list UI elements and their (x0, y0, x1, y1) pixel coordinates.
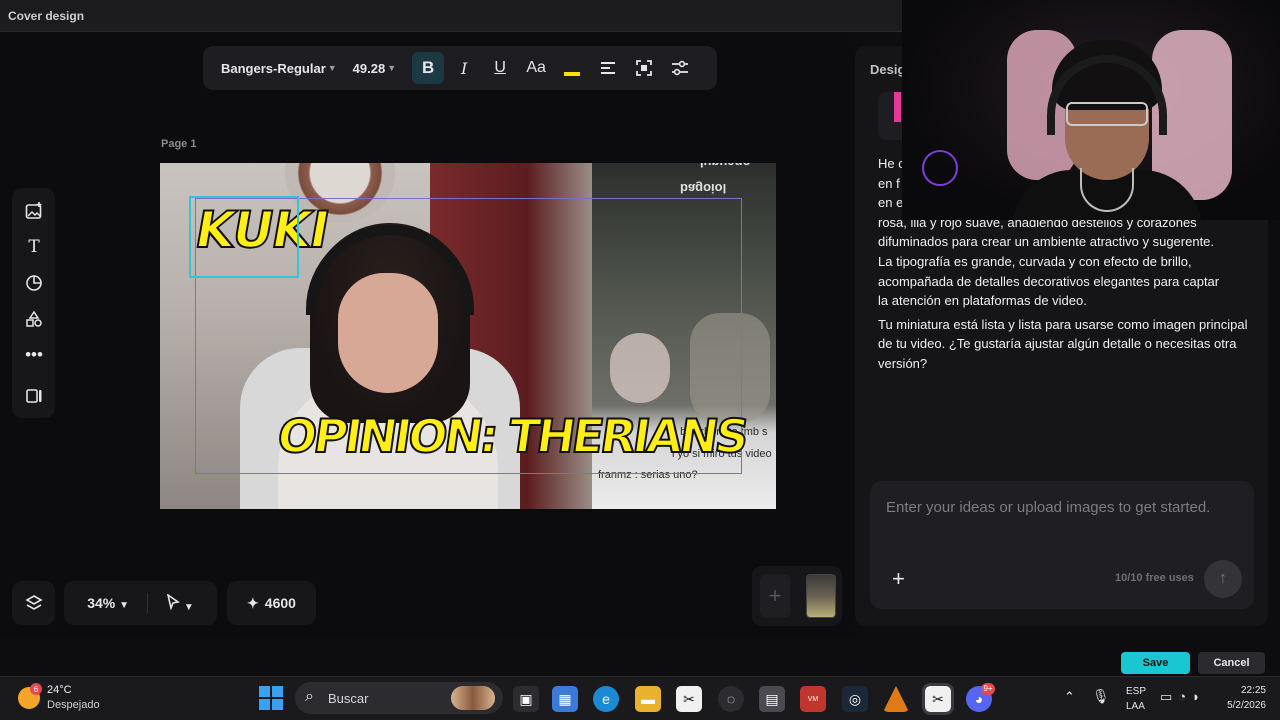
divider (147, 593, 149, 613)
chevron-down-icon: ▼ (387, 63, 397, 73)
response-line: difuminados para crear un ambiente atrac… (878, 234, 1215, 250)
font-family-value: Bangers-Regular (221, 60, 326, 76)
text-color-swatch (564, 72, 581, 76)
save-button[interactable]: Save (1121, 652, 1190, 674)
mirrored-overlay-text: bagoiol (680, 181, 727, 196)
system-tray: ⌃ 🎙 ESP LAA ▭◔◗ 22:25 5/2/2026 (1060, 677, 1280, 720)
response-line: en f (878, 175, 900, 191)
windows-start-icon[interactable] (259, 686, 283, 710)
response-line: acompañada de detalles decorativos elega… (878, 273, 1220, 289)
search-icon: ⌕ (305, 688, 314, 705)
window-title: Cover design (8, 9, 85, 23)
capcut-active-icon[interactable]: ✂ (922, 683, 954, 715)
store-icon[interactable]: ▦ (552, 686, 578, 712)
weather-condition: Despejado (47, 699, 100, 711)
webcam-overlay (902, 0, 1280, 220)
microphone-icon[interactable]: 🎙 (1092, 688, 1110, 705)
add-page-button[interactable]: + (760, 574, 790, 618)
resize-icon[interactable] (21, 383, 47, 409)
cam-glasses (1066, 102, 1148, 126)
text-tool-icon[interactable]: T (21, 234, 47, 260)
pages-strip: + (752, 566, 842, 626)
language-indicator[interactable]: ESP (1126, 686, 1146, 697)
app-icon[interactable]: ◌ (718, 686, 744, 712)
text-case-button[interactable]: Aa (520, 52, 552, 84)
add-image-icon[interactable] (21, 198, 47, 224)
panel-header: Desig (870, 62, 906, 77)
response-followup: Tu miniatura está lista y lista para usa… (878, 316, 1248, 371)
underline-button[interactable]: U (484, 52, 516, 84)
response-line: La tipografía es grande, curvada y con e… (878, 253, 1192, 269)
page-label: Page 1 (161, 138, 197, 150)
file-explorer-icon[interactable]: ▬ (635, 686, 661, 712)
credits-value: 4600 (264, 595, 296, 611)
weather-widget[interactable]: 6 24°C Despejado (18, 683, 128, 715)
network-volume-battery-icons[interactable]: ▭◔◗ (1160, 689, 1206, 705)
clock-date: 5/2/2026 (1227, 700, 1266, 711)
taskbar-search[interactable]: ⌕ Buscar (295, 682, 503, 714)
layers-button[interactable] (12, 581, 55, 625)
chevron-up-icon[interactable]: ⌃ (1064, 689, 1075, 705)
zoom-select[interactable]: 34% ▼ (87, 595, 129, 611)
text-format-toolbar: Bangers-Regular ▼ 49.28 ▼ B I U Aa (203, 46, 717, 90)
free-uses-counter: 10/10 free uses (1115, 572, 1194, 584)
task-view-icon[interactable]: ▣ (513, 686, 539, 712)
clock-time[interactable]: 22:25 (1222, 685, 1266, 696)
chevron-down-icon: ▼ (119, 600, 130, 611)
layers-icon (24, 595, 43, 610)
bold-button[interactable]: B (412, 52, 445, 84)
align-left-icon[interactable] (592, 52, 624, 84)
taskbar: 6 24°C Despejado ⌕ Buscar ▣ ▦ e ▬ ✂ ◌ ▤ … (0, 676, 1280, 720)
search-highlight-image (451, 686, 495, 710)
sparkle-icon: ✦ (247, 594, 259, 611)
pointer-icon (166, 592, 181, 611)
zoom-value: 34% (87, 595, 116, 611)
text-color-button[interactable] (556, 52, 588, 84)
font-size-value: 49.28 (352, 60, 386, 76)
chevron-down-icon: ▼ (183, 601, 194, 613)
shapes-icon[interactable] (21, 270, 47, 296)
response-line: la atención en plataformas de video. (878, 293, 1087, 309)
prompt-box: + 10/10 free uses ↑ (870, 481, 1254, 609)
pointer-tool-button[interactable]: ▼ (166, 592, 194, 613)
app-icon[interactable]: ▤ (759, 686, 785, 712)
font-family-select[interactable]: Bangers-Regular ▼ (221, 61, 337, 76)
page-thumbnail[interactable] (806, 574, 836, 618)
search-label: Buscar (328, 691, 369, 706)
response-line: en e (878, 195, 904, 211)
elements-icon[interactable] (21, 306, 47, 332)
edge-icon[interactable]: e (593, 686, 619, 712)
zoom-controls: 34% ▼ ▼ (64, 581, 217, 625)
adjustments-icon[interactable] (664, 52, 696, 84)
voicemeeter-icon[interactable]: VM (800, 686, 826, 712)
chevron-down-icon: ▼ (327, 63, 337, 73)
credits-button[interactable]: ✦ 4600 (227, 581, 316, 625)
upload-plus-icon[interactable]: + (892, 566, 905, 592)
mirrored-overlay-text: lupuaqo (700, 163, 751, 170)
temperature: 24°C (47, 684, 72, 696)
left-toolbar: T ••• (12, 188, 55, 418)
opinion-title-text[interactable]: OPINION: THERIANS (273, 408, 750, 464)
cancel-button[interactable]: Cancel (1198, 652, 1265, 674)
italic-button[interactable]: I (448, 52, 480, 84)
discord-badge: 9+ (981, 683, 995, 695)
prompt-input[interactable] (886, 499, 1246, 516)
notification-badge: 6 (30, 683, 42, 695)
select-frame-icon[interactable] (628, 52, 660, 84)
more-icon[interactable]: ••• (21, 342, 47, 368)
vlc-icon[interactable] (883, 686, 909, 712)
arrow-up-icon: ↑ (1219, 570, 1227, 587)
response-line: He c (878, 156, 905, 171)
steam-icon[interactable]: ◎ (842, 686, 868, 712)
keyboard-layout: LAA (1126, 701, 1145, 712)
design-canvas[interactable]: lupuaqo bagoiol : bicarbonato tmb s l yo… (160, 163, 776, 509)
send-button[interactable]: ↑ (1204, 560, 1242, 598)
app-window: Cover design Bangers-Regular ▼ 49.28 ▼ B… (0, 0, 1280, 720)
kuki-selection-box[interactable] (189, 196, 299, 278)
capcut-icon[interactable]: ✂ (676, 686, 702, 712)
font-size-select[interactable]: 49.28 ▼ (353, 61, 396, 76)
cam-logo-icon (922, 150, 958, 186)
